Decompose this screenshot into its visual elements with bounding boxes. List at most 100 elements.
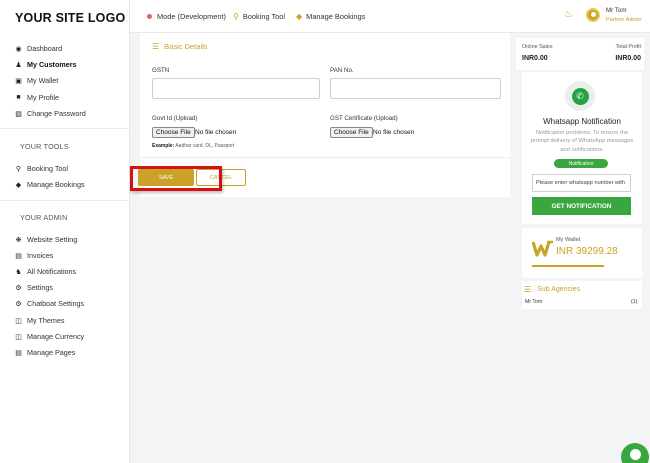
wallet-label: My Wallet [556, 237, 581, 243]
top-link-booking-tool[interactable]: ⚲ Booking Tool [233, 12, 285, 21]
invoice-icon: ▤ [15, 252, 22, 260]
gst-certificate-label: GST Certificate (Upload) [330, 115, 398, 122]
card-divider [140, 157, 510, 158]
sidebar-item-all-notifications[interactable]: ♞ All Notifications [14, 267, 76, 276]
card-title-text: Basic Details [164, 42, 208, 51]
online-sales-label: Online Sales [522, 44, 553, 50]
section-heading-admin: YOUR ADMIN [20, 213, 68, 222]
wallet-icon: ▣ [15, 77, 22, 85]
sub-agencies-title-text: Sub Agencies [537, 286, 580, 293]
top-link-label: Booking Tool [242, 12, 286, 21]
sidebar-item-chatboat-settings[interactable]: ⚙ Chatboat Settings [14, 299, 84, 308]
whatsapp-badge: ✆ [565, 81, 595, 111]
user-icon: ♟ [15, 61, 22, 69]
people-icon: ♞ [15, 268, 22, 276]
sidebar-item-label: Chatboat Settings [27, 299, 85, 308]
sidebar-item-label: Dashboard [27, 44, 63, 53]
gear-icon: ⚙ [15, 284, 22, 292]
sidebar-item-settings[interactable]: ⚙ Settings [14, 283, 53, 292]
sidebar-item-dashboard[interactable]: ◉ Dashboard [14, 44, 62, 53]
gstn-label: GSTN [152, 67, 170, 74]
highlight-box [130, 166, 222, 191]
hint-text: Aadhar card, DL, Passport [174, 143, 235, 149]
section-heading-tools: YOUR TOOLS [20, 142, 69, 151]
list-icon: ☰ [152, 42, 160, 51]
total-profit-label: Total Profit [615, 44, 641, 50]
sidebar-item-label: My Themes [27, 316, 65, 325]
document-icon: ◫ [15, 333, 22, 341]
sidebar: YOUR SITE LOGO ◉ Dashboard ♟ My Customer… [0, 0, 130, 463]
sidebar-item-manage-bookings[interactable]: ◆ Manage Bookings [14, 180, 85, 189]
user-name[interactable]: Mr Tom [606, 7, 627, 14]
sidebar-item-label: Manage Pages [27, 348, 76, 357]
govt-id-label: Govt Id (Upload) [152, 115, 198, 122]
wallet-underline [532, 265, 604, 267]
sidebar-item-label: Booking Tool [27, 164, 69, 173]
top-link-label: Manage Bookings [306, 12, 366, 21]
status-dot-icon [147, 14, 152, 19]
sidebar-item-label: Invoices [27, 251, 54, 260]
document-icon: ◫ [15, 317, 22, 325]
sidebar-item-my-profile[interactable]: ■ My Profile [14, 93, 59, 102]
sidebar-item-label: Manage Currency [27, 332, 85, 341]
whatsapp-icon: ✆ [571, 87, 589, 105]
top-link-manage-bookings[interactable]: ◆ Manage Bookings [296, 12, 365, 21]
dashboard-icon: ◉ [15, 45, 22, 53]
tag-icon: ◆ [15, 181, 22, 189]
govt-id-choose-file-button[interactable]: Choose File [152, 127, 195, 138]
sidebar-item-manage-currency[interactable]: ◫ Manage Currency [14, 332, 84, 341]
total-profit-value: INR0.00 [615, 55, 641, 62]
gstn-field[interactable] [152, 78, 320, 99]
list-icon: ☰ [524, 285, 532, 294]
online-sales-value: INR0.00 [522, 55, 548, 62]
page-icon: ▤ [15, 349, 22, 357]
sidebar-item-label: My Profile [27, 93, 59, 102]
card-title: ☰ Basic Details [152, 42, 208, 51]
profile-icon: ■ [16, 94, 21, 101]
search-icon: ⚲ [233, 12, 239, 21]
gear-icon: ⚙ [15, 300, 22, 308]
sidebar-item-label: Change Password [27, 109, 86, 118]
sidebar-divider [0, 128, 130, 129]
lock-icon: ▧ [15, 110, 22, 118]
sidebar-item-my-wallet[interactable]: ▣ My Wallet [14, 76, 58, 85]
gst-certificate-choose-file-button[interactable]: Choose File [330, 127, 373, 138]
notification-badge: Notification [554, 159, 608, 168]
sub-agencies-title: ☰ Sub Agencies [524, 285, 580, 294]
hint-bold: Example: [152, 143, 175, 149]
sub-agency-count: (1) [631, 299, 638, 305]
whatsapp-title: Whatsapp Notification [543, 117, 621, 126]
topbar: Mode (Development) ⚲ Booking Tool ◆ Mana… [130, 0, 650, 33]
gst-certificate-file-status: No file chosen [373, 129, 415, 136]
get-notification-button[interactable]: GET NOTIFICATION [532, 197, 631, 215]
sidebar-item-label: Settings [27, 283, 53, 292]
govt-id-file-status: No file chosen [195, 129, 237, 136]
wallet-balance: INR 39299.28 [556, 246, 618, 257]
sidebar-item-website-setting[interactable]: ❋ Website Setting [14, 235, 78, 244]
search-icon: ⚲ [15, 165, 22, 173]
pan-field[interactable] [330, 78, 501, 99]
sidebar-item-label: All Notifications [27, 267, 77, 276]
sidebar-item-label: Website Setting [27, 235, 78, 244]
sub-agency-name[interactable]: Mr Tom [525, 299, 542, 305]
sidebar-item-label: My Wallet [27, 76, 59, 85]
mode-label: Mode (Development) [157, 12, 227, 21]
chat-icon [629, 448, 641, 460]
bell-icon[interactable]: ♨ [564, 9, 573, 20]
tag-icon: ◆ [296, 12, 303, 21]
sidebar-item-booking-tool[interactable]: ⚲ Booking Tool [14, 164, 68, 173]
wallet-logo-icon [532, 240, 553, 257]
sidebar-item-invoices[interactable]: ▤ Invoices [14, 251, 53, 260]
sidebar-item-change-password[interactable]: ▧ Change Password [14, 109, 86, 118]
sidebar-item-manage-pages[interactable]: ▤ Manage Pages [14, 348, 75, 357]
sidebar-item-label: My Customers [27, 60, 77, 69]
sidebar-item-my-customers[interactable]: ♟ My Customers [14, 60, 77, 69]
sidebar-item-my-themes[interactable]: ◫ My Themes [14, 316, 64, 325]
avatar[interactable] [586, 8, 600, 22]
mode-indicator[interactable]: Mode (Development) [147, 12, 226, 21]
gears-icon: ❋ [15, 236, 22, 244]
chat-widget-button[interactable] [621, 443, 649, 463]
site-logo[interactable]: YOUR SITE LOGO [15, 11, 125, 25]
whatsapp-number-input[interactable] [532, 174, 631, 192]
stats-card: Online Sales INR0.00 Total Profit INR0.0… [516, 38, 644, 70]
